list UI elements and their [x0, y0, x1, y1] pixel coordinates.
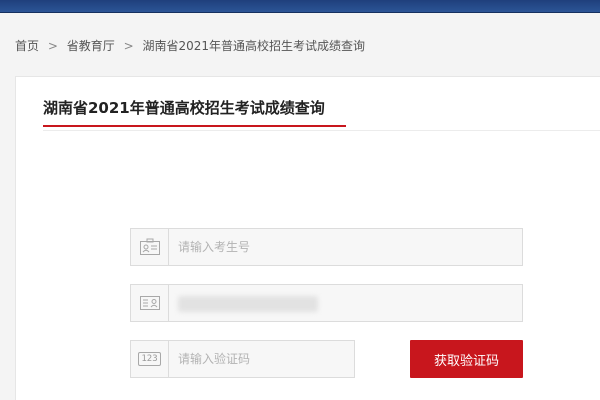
breadcrumb-education-department[interactable]: 省教育厅	[67, 39, 115, 53]
verify-code-field[interactable]: 123	[130, 340, 355, 378]
breadcrumb-separator: >	[47, 39, 58, 53]
exam-number-field[interactable]	[130, 228, 523, 266]
id-document-icon	[131, 285, 169, 321]
id-number-field[interactable]	[130, 284, 523, 322]
verify-code-input[interactable]	[178, 349, 348, 369]
numeric-code-icon: 123	[131, 341, 169, 377]
breadcrumb-separator: >	[123, 39, 134, 53]
page-title: 湖南省2021年普通高校招生考试成绩查询	[43, 99, 325, 117]
title-divider	[43, 130, 600, 131]
top-banner	[0, 0, 600, 13]
exam-number-input[interactable]	[178, 237, 478, 257]
id-card-icon	[131, 229, 169, 265]
breadcrumb: 首页 > 省教育厅 > 湖南省2021年普通高校招生考试成绩查询	[15, 37, 365, 54]
id-number-masked-value	[178, 296, 318, 312]
breadcrumb-home[interactable]: 首页	[15, 39, 39, 53]
title-accent-underline	[43, 125, 346, 127]
code-icon-label: 123	[138, 352, 161, 366]
breadcrumb-current-page: 湖南省2021年普通高校招生考试成绩查询	[142, 39, 366, 53]
get-verification-code-button[interactable]: 获取验证码	[410, 340, 523, 378]
